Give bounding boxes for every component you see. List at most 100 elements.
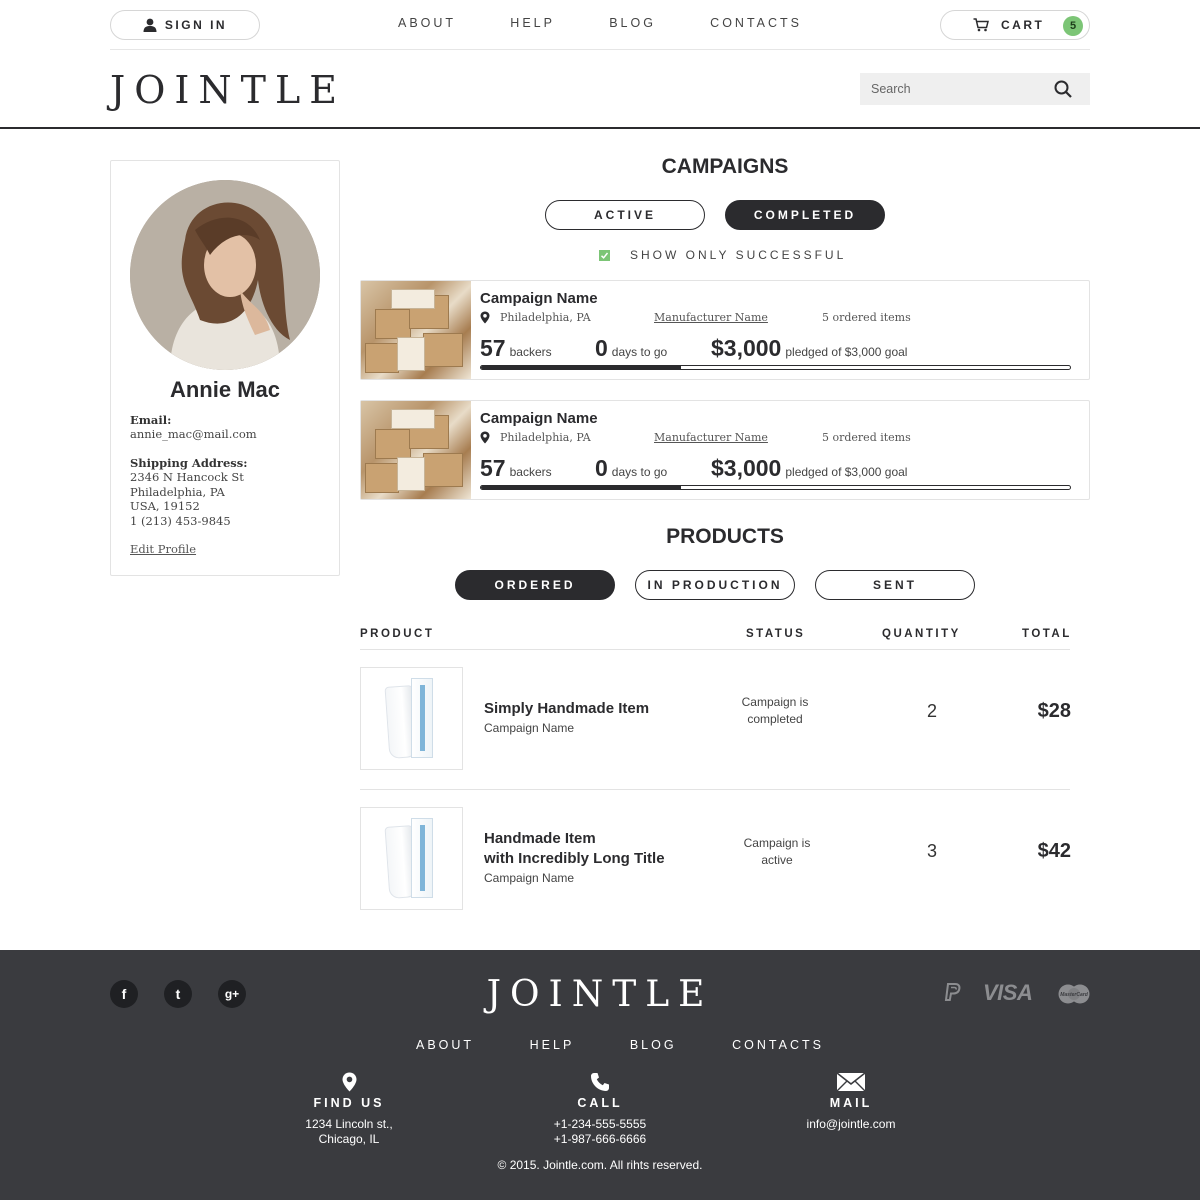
backers-stat: 57 backers bbox=[480, 455, 552, 482]
address-line: USA, 19152 bbox=[130, 499, 200, 513]
manufacturer-link[interactable]: Manufacturer Name bbox=[654, 311, 768, 324]
product-image[interactable] bbox=[360, 807, 463, 910]
campaign-card[interactable]: Campaign Name Philadelphia, PA Manufactu… bbox=[360, 280, 1090, 380]
product-status: Campaign is active bbox=[722, 835, 832, 869]
search-box bbox=[860, 73, 1090, 105]
backers-value: 57 bbox=[480, 455, 506, 481]
logo[interactable]: JOINTLE bbox=[110, 68, 346, 112]
mail-address[interactable]: info@jointle.com bbox=[751, 1117, 951, 1132]
copyright: © 2015. Jointle.com. All rihts reserved. bbox=[497, 1158, 703, 1172]
cart-button[interactable]: CART 5 bbox=[940, 10, 1090, 40]
find-us-line: 1234 Lincoln st., bbox=[305, 1117, 393, 1131]
campaign-image bbox=[361, 401, 471, 499]
backers-value: 57 bbox=[480, 335, 506, 361]
product-total: $28 bbox=[1037, 700, 1071, 722]
campaigns-title: CAMPAIGNS bbox=[661, 155, 789, 178]
call-block: CALL +1-234-555-5555 +1-987-666-6666 bbox=[500, 1068, 700, 1147]
mail-title: MAIL bbox=[829, 1096, 873, 1110]
pledged-label: pledged of $3,000 goal bbox=[785, 345, 908, 359]
phone-line[interactable]: +1-234-555-5555 bbox=[500, 1117, 700, 1132]
product-status: Campaign is completed bbox=[720, 694, 830, 728]
search-icon[interactable] bbox=[1054, 80, 1072, 98]
backers-stat: 57 backers bbox=[480, 335, 552, 362]
tab-active[interactable]: ACTIVE bbox=[545, 200, 705, 230]
products-title: PRODUCTS bbox=[666, 525, 784, 548]
days-value: 0 bbox=[595, 335, 608, 361]
checkbox-checked-icon bbox=[599, 249, 610, 261]
tab-ordered[interactable]: ORDERED bbox=[455, 570, 615, 600]
progress-bar bbox=[480, 365, 1071, 370]
nav-blog[interactable]: BLOG bbox=[609, 16, 656, 30]
pledged-label: pledged of $3,000 goal bbox=[785, 465, 908, 479]
campaign-card[interactable]: Campaign Name Philadelphia, PA Manufactu… bbox=[360, 400, 1090, 500]
shipping-label: Shipping Address: bbox=[130, 456, 248, 470]
pledged-value: $3,000 bbox=[711, 335, 782, 361]
footer-nav-about[interactable]: ABOUT bbox=[416, 1038, 474, 1052]
product-image[interactable] bbox=[360, 667, 463, 770]
column-header-status: STATUS bbox=[746, 628, 806, 640]
find-us-block: FIND US 1234 Lincoln st., Chicago, IL bbox=[249, 1068, 449, 1147]
footer-nav-contacts[interactable]: CONTACTS bbox=[732, 1038, 824, 1052]
progress-fill bbox=[481, 366, 682, 369]
find-us-line: Chicago, IL bbox=[318, 1132, 380, 1146]
avatar bbox=[130, 180, 320, 370]
svg-text:MasterCard: MasterCard bbox=[1060, 992, 1088, 998]
days-label: days to go bbox=[611, 345, 668, 359]
campaign-name[interactable]: Campaign Name bbox=[480, 290, 598, 307]
product-campaign-name: Campaign Name bbox=[484, 721, 575, 735]
backers-label: backers bbox=[509, 345, 552, 359]
sign-in-label: SIGN IN bbox=[164, 18, 228, 32]
nav-help[interactable]: HELP bbox=[510, 16, 555, 30]
status-line: Campaign is bbox=[743, 836, 811, 850]
product-name-line: with Incredibly Long Title bbox=[484, 849, 665, 867]
backers-label: backers bbox=[509, 465, 552, 479]
column-header-quantity: QUANTITY bbox=[882, 628, 961, 640]
footer-nav-blog[interactable]: BLOG bbox=[630, 1038, 677, 1052]
campaign-name[interactable]: Campaign Name bbox=[480, 410, 598, 427]
tab-sent[interactable]: SENT bbox=[815, 570, 975, 600]
cart-label: CART bbox=[1001, 18, 1045, 32]
column-header-product: PRODUCT bbox=[360, 628, 435, 640]
nav-contacts[interactable]: CONTACTS bbox=[710, 16, 802, 30]
nav-about[interactable]: ABOUT bbox=[398, 16, 456, 30]
footer-nav-help[interactable]: HELP bbox=[530, 1038, 575, 1052]
table-divider bbox=[360, 789, 1070, 790]
tab-completed[interactable]: COMPLETED bbox=[725, 200, 885, 230]
product-total: $42 bbox=[1037, 840, 1071, 862]
footer-nav: ABOUT HELP BLOG CONTACTS bbox=[390, 1038, 850, 1052]
visa-icon: VISA bbox=[983, 980, 1033, 1005]
product-quantity: 3 bbox=[926, 841, 937, 861]
show-only-successful-checkbox[interactable]: SHOW ONLY SUCCESSFUL bbox=[599, 248, 846, 262]
sign-in-button[interactable]: SIGN IN bbox=[110, 10, 260, 40]
search-input[interactable] bbox=[871, 82, 1041, 96]
product-quantity: 2 bbox=[926, 701, 937, 721]
find-us-title: FIND US bbox=[313, 1096, 385, 1110]
cart-icon bbox=[973, 18, 989, 32]
filter-label: SHOW ONLY SUCCESSFUL bbox=[630, 248, 847, 262]
mastercard-icon: MasterCard bbox=[1058, 984, 1090, 1009]
profile-card: Annie Mac Email: annie_mac@mail.com Ship… bbox=[110, 160, 340, 576]
location-text: Philadelphia, PA bbox=[500, 431, 591, 444]
manufacturer-link[interactable]: Manufacturer Name bbox=[654, 431, 768, 444]
pledged-stat: $3,000 pledged of $3,000 goal bbox=[711, 455, 907, 482]
header-divider bbox=[0, 127, 1200, 129]
status-line: completed bbox=[747, 712, 803, 726]
ordered-items-count: 5 ordered items bbox=[822, 431, 911, 444]
cart-count-badge: 5 bbox=[1063, 16, 1083, 36]
days-label: days to go bbox=[611, 465, 668, 479]
tab-in-production[interactable]: IN PRODUCTION bbox=[635, 570, 795, 600]
status-line: active bbox=[761, 853, 793, 867]
status-line: Campaign is bbox=[741, 695, 809, 709]
mail-icon bbox=[836, 1072, 866, 1092]
product-name[interactable]: Handmade Item with Incredibly Long Title bbox=[484, 829, 665, 868]
product-name-line: Handmade Item bbox=[484, 830, 596, 847]
edit-profile-link[interactable]: Edit Profile bbox=[130, 542, 196, 556]
days-stat: 0 days to go bbox=[595, 335, 667, 362]
profile-name: Annie Mac bbox=[169, 377, 281, 402]
pledged-value: $3,000 bbox=[711, 455, 782, 481]
phone-line[interactable]: +1-987-666-6666 bbox=[500, 1132, 700, 1147]
days-stat: 0 days to go bbox=[595, 455, 667, 482]
location-pin-icon bbox=[480, 431, 490, 444]
product-name[interactable]: Simply Handmade Item bbox=[484, 699, 649, 719]
avatar-photo bbox=[130, 180, 320, 370]
